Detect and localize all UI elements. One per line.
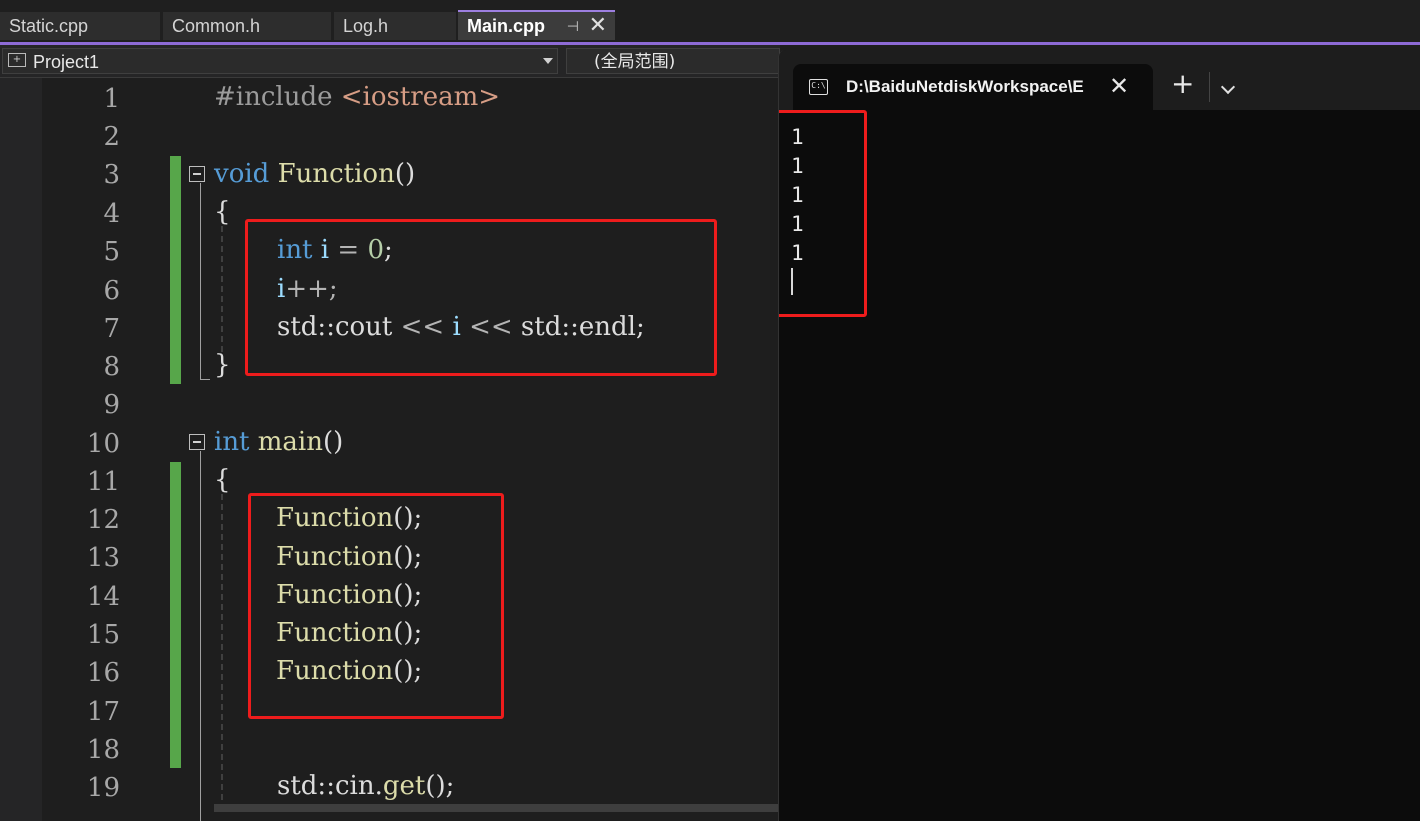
horizontal-scrollbar[interactable] [214, 804, 780, 812]
close-icon[interactable]: ✕ [1109, 64, 1129, 108]
line-number: 11 [86, 467, 120, 497]
tab-log-h[interactable]: Log.h [334, 12, 456, 40]
parens: () [394, 159, 416, 189]
scope-dropdown[interactable]: (全局范围) [566, 48, 780, 74]
terminal-window[interactable]: C:\ D:\BaiduNetdiskWorkspace\E ✕ + 1 1 1… [778, 50, 1420, 821]
fold-guide-end [200, 379, 210, 380]
keyword: void [214, 159, 270, 189]
scope-label: (全局范围) [594, 52, 676, 72]
project-name: Project1 [33, 52, 100, 72]
function-name: main [257, 427, 323, 457]
method-name: get [382, 771, 426, 801]
titlebar-divider [1209, 72, 1210, 102]
code-line-10: int main() [214, 423, 343, 461]
preprocessor-directive: #include [214, 82, 333, 112]
navigation-bar: + Project1 (全局范围) [0, 45, 780, 78]
new-tab-button[interactable]: + [1171, 66, 1194, 102]
chevron-down-icon[interactable] [1220, 79, 1236, 95]
line-number: 4 [103, 199, 120, 229]
indent-guide [221, 494, 223, 810]
collapse-icon[interactable] [189, 434, 205, 450]
tab-common-h[interactable]: Common.h [163, 12, 331, 40]
tab-label: Log.h [343, 16, 389, 36]
collapse-icon[interactable] [189, 166, 205, 182]
fold-guide [200, 183, 201, 379]
project-dropdown[interactable]: + Project1 [2, 48, 558, 74]
code-line-8: } [214, 350, 231, 380]
line-number: 9 [103, 390, 120, 420]
tab-main-cpp[interactable]: Main.cpp ⊣ ✕ [458, 10, 615, 40]
highlight-box-calls [248, 493, 504, 719]
terminal-tab[interactable]: C:\ D:\BaiduNetdiskWorkspace\E ✕ [793, 64, 1153, 110]
line-number: 19 [86, 773, 120, 803]
line-number: 7 [103, 314, 120, 344]
highlight-box-output [779, 110, 867, 317]
project-icon: + [8, 53, 26, 67]
code-line-3: void Function() [214, 155, 415, 193]
change-indicator [170, 156, 181, 384]
line-number: 12 [86, 505, 120, 535]
include-header: <iostream> [340, 82, 501, 112]
line-number: 16 [86, 658, 120, 688]
line-number: 17 [86, 697, 120, 727]
indent-guide [221, 226, 223, 352]
highlight-box-function-body [245, 219, 717, 376]
editor-margin [0, 78, 42, 821]
call-parens: (); [425, 771, 455, 801]
line-number: 6 [103, 276, 120, 306]
line-number: 10 [86, 429, 120, 459]
std-cin: std::cin. [277, 771, 383, 801]
line-number: 18 [86, 735, 120, 765]
function-name: Function [277, 159, 395, 189]
code-line-4: { [214, 197, 231, 227]
code-line-19: std::cin.get(); [277, 767, 454, 805]
line-number: 2 [103, 122, 120, 152]
terminal-icon: C:\ [809, 79, 828, 95]
change-indicator [170, 462, 181, 768]
fold-guide [200, 451, 201, 821]
line-number: 3 [103, 160, 120, 190]
document-tab-strip: Static.cpp Common.h Log.h Main.cpp ⊣ ✕ [0, 0, 1420, 44]
close-icon[interactable]: ✕ [589, 11, 607, 39]
pin-icon[interactable]: ⊣ [567, 12, 579, 40]
line-number: 14 [86, 582, 120, 612]
line-number: 5 [103, 237, 120, 267]
line-number: 1 [103, 84, 120, 114]
tab-label: Common.h [172, 16, 261, 36]
code-line-1: #include <iostream> [214, 78, 500, 116]
terminal-titlebar: C:\ D:\BaiduNetdiskWorkspace\E ✕ + [779, 50, 1420, 110]
line-number: 13 [86, 543, 120, 573]
tab-static-cpp[interactable]: Static.cpp [0, 12, 160, 40]
chevron-down-icon[interactable] [543, 58, 553, 64]
line-number: 8 [103, 352, 120, 382]
code-editor[interactable]: 1 2 3 4 5 6 7 8 9 10 11 12 13 14 15 16 1… [0, 78, 780, 821]
tab-label: Main.cpp [467, 16, 546, 36]
code-line-11: { [214, 465, 231, 495]
terminal-tab-title: D:\BaiduNetdiskWorkspace\E [846, 77, 1084, 96]
parens: () [323, 427, 344, 457]
line-number: 15 [86, 620, 120, 650]
tab-label: Static.cpp [9, 16, 89, 36]
keyword: int [214, 427, 250, 457]
